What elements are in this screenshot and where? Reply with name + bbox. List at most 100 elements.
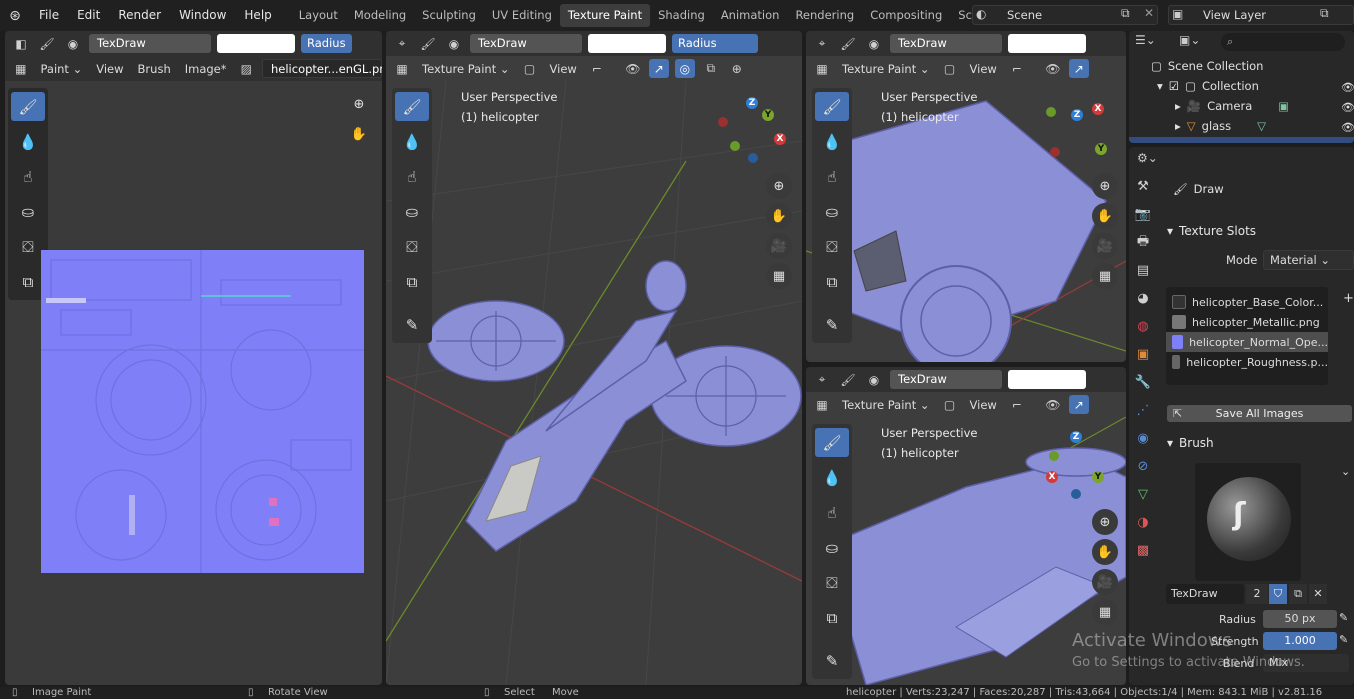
- blender-logo-icon[interactable]: ⊛: [0, 0, 30, 31]
- editor-type-icon[interactable]: ⌖: [392, 34, 412, 53]
- image-browse-icon[interactable]: ▨: [237, 59, 256, 78]
- zoom-icon[interactable]: ⊕: [346, 91, 372, 117]
- brush-browse-icon[interactable]: ◉: [63, 34, 83, 53]
- annotate-tool-icon[interactable]: ✎: [815, 310, 849, 339]
- modifier-tab-icon[interactable]: 🔧: [1133, 373, 1153, 392]
- camera-icon[interactable]: 🎥: [1092, 233, 1118, 259]
- gizmo-toggle-icon[interactable]: ↗: [648, 59, 669, 78]
- brush-panel-header[interactable]: ▾ Brush: [1163, 431, 1354, 455]
- constraints-tab-icon[interactable]: ⊘: [1133, 457, 1153, 476]
- menu-view[interactable]: View: [546, 59, 581, 78]
- outliner-scene-collection[interactable]: ▢ Scene Collection: [1151, 59, 1263, 73]
- smear-tool-icon[interactable]: ☝: [395, 162, 429, 191]
- radius-slider[interactable]: 50 px: [1263, 610, 1337, 628]
- draw-tool-icon[interactable]: 🖌: [395, 92, 429, 121]
- mask-tool-icon[interactable]: ⧉: [395, 267, 429, 296]
- texture-slot-item[interactable]: helicopter_Metallic.png: [1166, 312, 1328, 332]
- gizmo-y-axis[interactable]: Y: [1095, 143, 1107, 155]
- draw-tool-icon[interactable]: 🖌: [11, 92, 45, 121]
- pan-hand-icon[interactable]: ✋: [346, 121, 372, 147]
- outliner-type-icon[interactable]: ☰⌄: [1135, 33, 1156, 47]
- zoom-icon[interactable]: ⊕: [1092, 509, 1118, 535]
- editor-type-icon[interactable]: ⌖: [812, 370, 832, 389]
- viewport-main[interactable]: ⌖ 🖌 ◉ TexDraw Radius ▦ Texture Paint ⌄ ▢…: [386, 31, 802, 685]
- soften-tool-icon[interactable]: 💧: [11, 127, 45, 156]
- tab-texture-paint[interactable]: Texture Paint: [559, 4, 651, 27]
- visibility-eye-icon[interactable]: 👁: [1341, 81, 1354, 94]
- tab-rendering[interactable]: Rendering: [787, 4, 862, 27]
- gizmo-neg-z[interactable]: [1071, 489, 1081, 499]
- camera-icon[interactable]: 🎥: [1092, 569, 1118, 595]
- fake-user-shield-icon[interactable]: ⛉: [1269, 584, 1287, 604]
- menu-file[interactable]: File: [30, 0, 68, 31]
- brush-name-field[interactable]: TexDraw: [890, 34, 1002, 53]
- duplicate-brush-icon[interactable]: ⧉: [1289, 584, 1307, 604]
- camera-icon[interactable]: 🎥: [766, 233, 792, 259]
- color-swatch[interactable]: [217, 34, 295, 53]
- gizmo-toggle-icon[interactable]: ↗: [1068, 59, 1089, 78]
- strength-slider[interactable]: 1.000: [1263, 632, 1337, 650]
- soften-tool-icon[interactable]: 💧: [395, 127, 429, 156]
- brush-browse-icon[interactable]: ◉: [864, 370, 884, 389]
- pressure-radius-icon[interactable]: ✎: [1339, 611, 1348, 624]
- gizmo-neg-x[interactable]: [718, 117, 728, 127]
- fill-tool-icon[interactable]: ⛋: [11, 232, 45, 261]
- visibility-icon[interactable]: 👁: [623, 59, 643, 78]
- clone-tool-icon[interactable]: ⛀: [11, 197, 45, 226]
- physics-tab-icon[interactable]: ◉: [1133, 429, 1153, 448]
- gizmo-y-axis[interactable]: Y: [762, 109, 774, 121]
- gizmo-z-axis[interactable]: Z: [1070, 431, 1082, 443]
- material-tab-icon[interactable]: ◑: [1133, 513, 1153, 532]
- zoom-icon[interactable]: ⊕: [766, 173, 792, 199]
- scene-tab-icon[interactable]: ◕: [1133, 289, 1153, 308]
- menu-view[interactable]: View: [966, 59, 1001, 78]
- outliner-item-camera[interactable]: ▸ 🎥 Camera ▣: [1175, 99, 1289, 113]
- xray-icon[interactable]: ⧉: [701, 59, 721, 78]
- checkbox-icon[interactable]: ☑: [1169, 79, 1179, 93]
- texture-slot-item[interactable]: helicopter_Roughness.p...: [1166, 352, 1328, 372]
- visibility-icon[interactable]: 👁: [1043, 59, 1063, 78]
- properties-type-icon[interactable]: ⚙⌄: [1137, 151, 1158, 165]
- outliner-search-input[interactable]: ⌕: [1221, 33, 1345, 51]
- gizmo-y-axis[interactable]: Y: [1092, 471, 1104, 483]
- pan-hand-icon[interactable]: ✋: [1092, 203, 1118, 229]
- clone-tool-icon[interactable]: ⛀: [395, 197, 429, 226]
- gizmo-x-axis[interactable]: X: [1092, 103, 1104, 115]
- gizmo-neg-y[interactable]: [1046, 107, 1056, 117]
- smear-tool-icon[interactable]: ☝: [11, 162, 45, 191]
- mask-toggle-icon[interactable]: ▢: [520, 59, 540, 78]
- tab-layout[interactable]: Layout: [291, 4, 346, 27]
- tab-uv-editing[interactable]: UV Editing: [484, 4, 560, 27]
- symmetry-icon[interactable]: ⌐: [1007, 395, 1027, 414]
- brush-browse-icon[interactable]: ◉: [864, 34, 884, 53]
- color-swatch[interactable]: [588, 34, 666, 53]
- pan-hand-icon[interactable]: ✋: [1092, 539, 1118, 565]
- fill-tool-icon[interactable]: ⛋: [395, 232, 429, 261]
- copy-scene-icon[interactable]: ⧉: [1121, 6, 1130, 21]
- texture-tab-icon[interactable]: ▩: [1133, 541, 1153, 560]
- menu-brush[interactable]: Brush: [134, 59, 175, 78]
- gizmo-x-axis[interactable]: X: [774, 133, 786, 145]
- world-tab-icon[interactable]: ◍: [1133, 317, 1153, 336]
- add-slot-icon[interactable]: +: [1343, 291, 1354, 306]
- mask-toggle-icon[interactable]: ▢: [940, 59, 960, 78]
- brush-users-count[interactable]: 2: [1246, 584, 1268, 604]
- expand-arrow-icon[interactable]: ▸: [1175, 99, 1181, 113]
- object-tab-icon[interactable]: ▣: [1133, 345, 1153, 364]
- display-mode-icon[interactable]: ▣⌄: [1179, 33, 1200, 47]
- menu-render[interactable]: Render: [109, 0, 170, 31]
- symmetry-icon[interactable]: ⌐: [587, 59, 607, 78]
- gizmo-z-axis[interactable]: Z: [1071, 109, 1083, 121]
- clone-tool-icon[interactable]: ⛀: [815, 197, 849, 226]
- mode-dropdown[interactable]: Texture Paint ⌄: [418, 59, 514, 78]
- outliner-item-glass[interactable]: ▸ ▽ glass ▽: [1175, 119, 1266, 133]
- tab-sculpting[interactable]: Sculpting: [414, 4, 484, 27]
- mode-dropdown[interactable]: Texture Paint ⌄: [838, 59, 934, 78]
- menu-edit[interactable]: Edit: [68, 0, 109, 31]
- radius-toggle[interactable]: Radius: [301, 34, 352, 53]
- ortho-grid-icon[interactable]: ▦: [1092, 263, 1118, 289]
- symmetry-icon[interactable]: ⌐: [1007, 59, 1027, 78]
- smear-tool-icon[interactable]: ☝: [815, 162, 849, 191]
- expand-arrow-icon[interactable]: ▾: [1157, 79, 1163, 93]
- collapse-arrow-icon[interactable]: ▾: [1167, 436, 1173, 450]
